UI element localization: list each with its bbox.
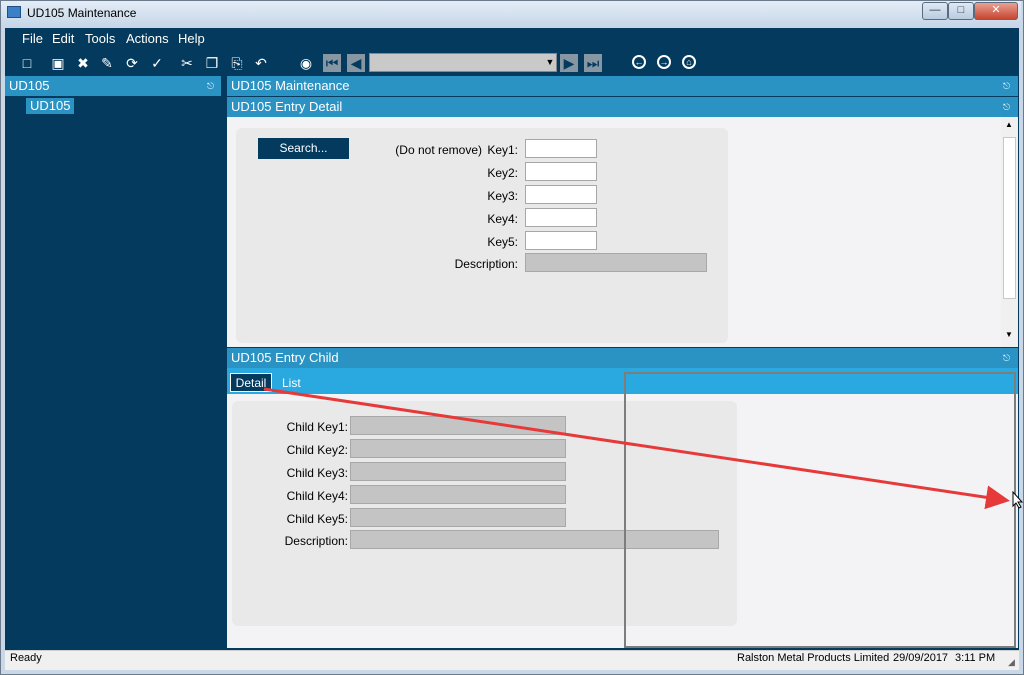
- do-not-remove-label: (Do not remove): [395, 143, 482, 157]
- status-text: Ready: [10, 652, 42, 664]
- tab-list[interactable]: List: [282, 376, 301, 390]
- key3-input[interactable]: [525, 185, 597, 204]
- child-key5-label: Child Key5:: [286, 512, 348, 526]
- entry-child-header: UD105 Entry Child: [227, 348, 1018, 368]
- entry-detail-header: UD105 Entry Detail: [227, 97, 1018, 117]
- scroll-up-icon[interactable]: ▲: [1005, 120, 1013, 129]
- pin-icon[interactable]: ⎋: [1003, 81, 1010, 92]
- pin-icon[interactable]: ⎋: [1003, 102, 1010, 113]
- key3-label: Key3:: [487, 189, 518, 203]
- child-key4-label: Child Key4:: [286, 489, 348, 503]
- title-bar[interactable]: [1, 1, 1021, 27]
- menu-edit[interactable]: Edit: [52, 31, 74, 46]
- paste-icon[interactable]: ⎘: [228, 54, 246, 72]
- status-company: Ralston Metal Products Limited: [737, 652, 890, 664]
- status-date: 29/09/2017: [893, 652, 949, 664]
- maintenance-title: UD105 Maintenance: [231, 78, 350, 93]
- refresh-icon[interactable]: ⟳: [123, 54, 141, 72]
- window-title: UD105 Maintenance: [27, 6, 137, 20]
- key5-label: Key5:: [487, 235, 518, 249]
- undo-icon[interactable]: ↶: [252, 54, 270, 72]
- child-key2-field[interactable]: [350, 439, 566, 458]
- key2-input[interactable]: [525, 162, 597, 181]
- tree-header-label: UD105: [9, 78, 50, 93]
- key1-input[interactable]: [525, 139, 597, 158]
- back-icon[interactable]: ←: [632, 55, 646, 69]
- status-time: 3:11 PM: [955, 652, 996, 664]
- maintenance-header: UD105 Maintenance: [227, 76, 1018, 96]
- tree-node-ud105[interactable]: UD105: [26, 98, 75, 114]
- copy-icon[interactable]: ❐: [203, 54, 221, 72]
- entry-detail-title: UD105 Entry Detail: [231, 99, 343, 114]
- pin-icon[interactable]: ⎋: [207, 81, 214, 92]
- tree-pane: [5, 96, 221, 648]
- previous-record-icon[interactable]: ◀: [347, 54, 365, 72]
- last-record-icon[interactable]: ⏭: [584, 54, 602, 72]
- child-description-label: Description:: [284, 534, 348, 548]
- close-button[interactable]: ✕: [974, 2, 1018, 20]
- description-field[interactable]: [525, 253, 707, 272]
- cut-icon[interactable]: ✂: [178, 54, 196, 72]
- menu-help[interactable]: Help: [178, 31, 205, 46]
- key2-label: Key2:: [487, 166, 518, 180]
- record-navigator[interactable]: [369, 53, 557, 72]
- scroll-down-icon[interactable]: ▼: [1005, 330, 1013, 339]
- minimize-button[interactable]: —: [922, 2, 948, 20]
- key5-input[interactable]: [525, 231, 597, 250]
- search-button[interactable]: Search...: [258, 138, 349, 159]
- first-record-icon[interactable]: ⏮: [323, 54, 341, 72]
- tab-detail[interactable]: Detail: [230, 373, 272, 392]
- scrollbar-thumb[interactable]: [1003, 137, 1016, 299]
- new-icon[interactable]: □: [18, 54, 36, 72]
- child-key1-field[interactable]: [350, 416, 566, 435]
- menu-actions[interactable]: Actions: [126, 31, 169, 46]
- home-icon[interactable]: ⌂: [682, 55, 696, 69]
- child-key3-field[interactable]: [350, 462, 566, 481]
- entry-child-title: UD105 Entry Child: [231, 350, 339, 365]
- key4-label: Key4:: [487, 212, 518, 226]
- undo-changes-icon[interactable]: ✓: [148, 54, 166, 72]
- app-icon: [7, 6, 21, 18]
- next-record-icon[interactable]: ▶: [560, 54, 578, 72]
- pin-icon[interactable]: ⎋: [1003, 353, 1010, 364]
- child-key5-field[interactable]: [350, 508, 566, 527]
- key1-label: Key1:: [487, 143, 518, 157]
- maximize-button[interactable]: □: [948, 2, 974, 20]
- resize-grip-icon[interactable]: ◢: [1008, 657, 1015, 668]
- clear-icon[interactable]: ✎: [98, 54, 116, 72]
- child-key2-label: Child Key2:: [286, 443, 348, 457]
- save-icon[interactable]: ▣: [49, 54, 67, 72]
- menu-tools[interactable]: Tools: [85, 31, 115, 46]
- key4-input[interactable]: [525, 208, 597, 227]
- binoculars-icon[interactable]: ◉: [297, 54, 315, 72]
- mouse-cursor-icon: [1012, 491, 1024, 509]
- child-key1-label: Child Key1:: [286, 420, 348, 434]
- menu-file[interactable]: File: [22, 31, 43, 46]
- chevron-down-icon[interactable]: ▼: [543, 53, 557, 72]
- forward-icon[interactable]: →: [657, 55, 671, 69]
- delete-icon[interactable]: ✖: [74, 54, 92, 72]
- selection-rectangle: [624, 372, 1016, 648]
- child-key4-field[interactable]: [350, 485, 566, 504]
- tree-header: UD105: [5, 76, 221, 96]
- child-key3-label: Child Key3:: [286, 466, 348, 480]
- description-label: Description:: [454, 257, 518, 271]
